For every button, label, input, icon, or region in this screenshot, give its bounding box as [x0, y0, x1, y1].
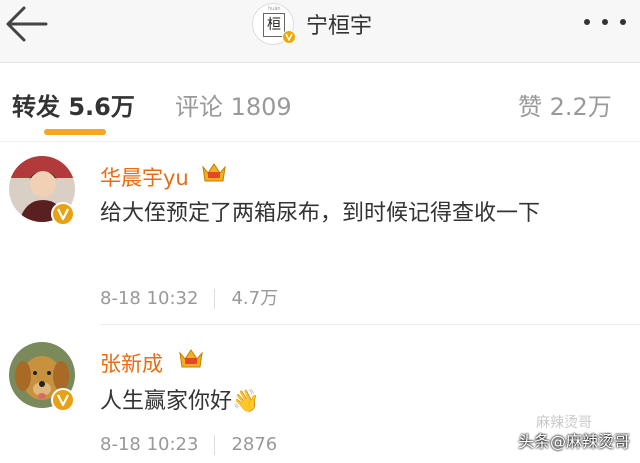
page-title: 宁桓宇: [306, 14, 373, 39]
arrow-left-icon: [6, 6, 48, 42]
tab-comments[interactable]: 评论 1809: [175, 87, 292, 122]
more-dots-icon: [620, 19, 626, 25]
repost-meta: 8-18 10:23 2876: [100, 434, 277, 455]
active-tab-indicator: [44, 129, 106, 135]
top-bar: huán 桓 宁桓宇: [0, 0, 640, 63]
crown-icon: [202, 163, 226, 182]
verified-badge-icon: [282, 30, 296, 44]
like-count[interactable]: 2876: [231, 434, 277, 455]
divider: [214, 289, 216, 309]
divider: [214, 435, 216, 455]
more-button[interactable]: [580, 12, 630, 32]
more-dots-icon: [602, 19, 608, 25]
more-dots-icon: [584, 19, 590, 25]
crown-icon: [179, 349, 203, 368]
watermark: 头条@麻辣烫哥: [517, 432, 630, 451]
timestamp: 8-18 10:23: [100, 434, 199, 455]
timestamp: 8-18 10:32: [100, 288, 199, 309]
verified-badge-icon: [51, 388, 75, 412]
avatar-small-text: huán: [268, 6, 281, 12]
repost-text: 给大侄预定了两箱尿布，到时候记得查收一下: [100, 201, 541, 226]
tab-likes[interactable]: 赞 2.2万: [518, 87, 612, 122]
repost-item: 华晨宇yu 给大侄预定了两箱尿布，到时候记得查收一下 8-18 10:32 4.7…: [0, 142, 640, 324]
tab-bar: 转发 5.6万 评论 1809 赞 2.2万: [0, 63, 640, 142]
verified-badge-icon: [51, 202, 75, 226]
user-name[interactable]: 张新成: [100, 348, 163, 378]
user-name[interactable]: 华晨宇yu: [100, 162, 189, 192]
like-count[interactable]: 4.7万: [231, 288, 278, 309]
tab-reposts[interactable]: 转发 5.6万: [12, 87, 135, 122]
back-button[interactable]: [4, 4, 52, 44]
repost-meta: 8-18 10:32 4.7万: [100, 284, 278, 310]
